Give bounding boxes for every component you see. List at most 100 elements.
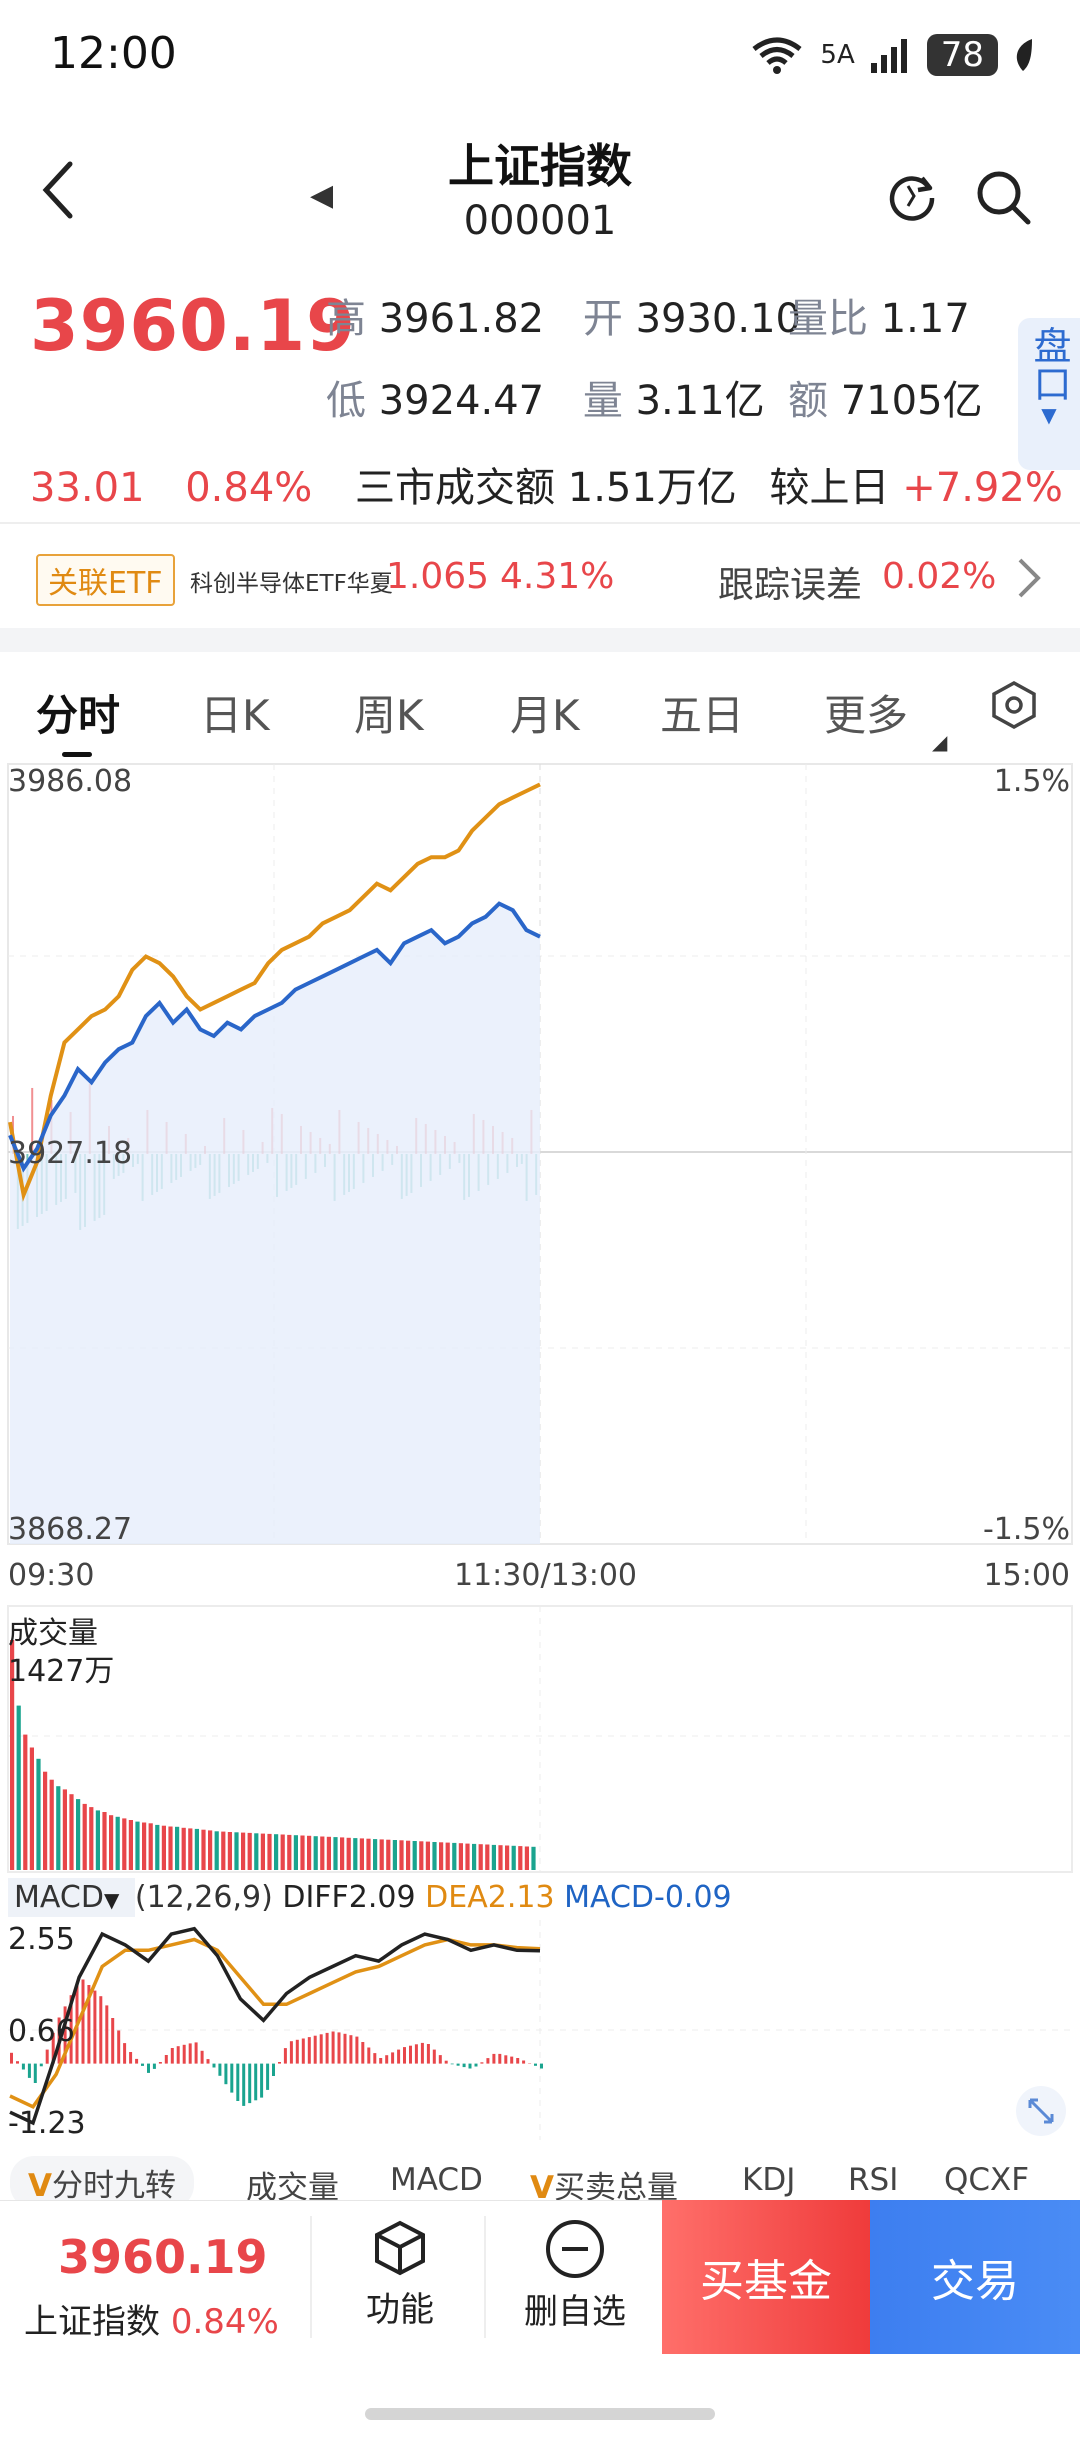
volume-bar (478, 1844, 483, 1870)
tab-five-day[interactable]: 五日 (660, 682, 744, 743)
volume-max: 1427万 (8, 1654, 115, 1689)
macd-hist-bar (325, 2032, 329, 2064)
volume-bar (425, 1841, 430, 1870)
volume-bar (412, 1841, 417, 1870)
more-caret-icon: ◢ (932, 730, 948, 754)
remove-watchlist-button[interactable]: 删自选 (500, 2218, 650, 2333)
macd-hist-bar (337, 2032, 341, 2064)
volume-bar (498, 1845, 503, 1870)
macd-hist-bar (99, 1996, 103, 2064)
volume-bar (531, 1846, 536, 1870)
quote-row-1: 高 3961.82 开 3930.10 (326, 286, 801, 344)
leaf-icon (1016, 39, 1032, 71)
volume-bar (194, 1828, 199, 1870)
macd-value: MACD-0.09 (564, 1880, 732, 1915)
macd-hist-bar (409, 2045, 412, 2064)
volume-bar (214, 1831, 219, 1870)
volume-bar (287, 1834, 292, 1870)
vol-ratio-value: 1.17 (880, 296, 970, 342)
macd-hist-bar (129, 2052, 133, 2064)
quote-row-2: 低 3924.47 量 3.11亿 (326, 368, 765, 426)
trade-button[interactable]: 交易 (870, 2200, 1080, 2354)
section-gap (0, 628, 1080, 652)
divider (484, 2216, 486, 2338)
macd-chart[interactable] (0, 1920, 1080, 2140)
macd-hist-bar (498, 2053, 502, 2064)
volume-bar (267, 1833, 272, 1870)
current-price: 3960.19 (30, 285, 356, 367)
volume-bar (62, 1789, 67, 1870)
tab-underline (62, 752, 92, 757)
volume-bar (379, 1839, 384, 1870)
pankou-button[interactable]: 盘口 ▼ (1018, 318, 1080, 470)
change-pct: 0.84% (185, 465, 313, 511)
x-axis-mid: 11:30/13:00 (454, 1558, 638, 1593)
macd-hist-bar (212, 2063, 216, 2068)
open-value: 3930.10 (635, 296, 801, 342)
tab-daily-k[interactable]: 日K (200, 682, 270, 743)
macd-hist-bar (367, 2047, 371, 2064)
volume-bar (465, 1843, 470, 1870)
volume-bar (227, 1832, 232, 1870)
tab-more[interactable]: 更多 (824, 682, 908, 743)
etf-badge[interactable]: 关联ETF (36, 554, 175, 606)
macd-hist-bar (355, 2036, 359, 2064)
macd-hist-bar (361, 2042, 365, 2064)
volume-bar (161, 1825, 166, 1870)
ind-tab-kdj[interactable]: KDJ (742, 2162, 795, 2198)
volume-bar (333, 1837, 338, 1870)
quote-row-3: 33.01 0.84% 三市成交额 1.51万亿 较上日 +7.92% (30, 455, 1063, 513)
ind-tab-qcxf[interactable]: QCXF (944, 2162, 1029, 2198)
volume-bar (241, 1832, 246, 1870)
ind-tab-rsi[interactable]: RSI (848, 2162, 898, 2198)
macd-hist-bar (504, 2055, 508, 2064)
volume-bar (43, 1771, 48, 1870)
x-axis-start: 09:30 (8, 1558, 95, 1593)
macd-hist-bar (248, 2063, 252, 2104)
volume-bar (366, 1838, 371, 1870)
tab-weekly-k[interactable]: 周K (354, 682, 424, 743)
macd-header: MACD▼ (12,26,9) DIFF2.09 DEA2.13 MACD-0.… (8, 1878, 732, 1917)
home-indicator[interactable] (365, 2408, 715, 2420)
status-time: 12:00 (50, 28, 177, 79)
tab-monthly-k[interactable]: 月K (510, 682, 580, 743)
volume-bar (511, 1845, 516, 1870)
macd-hist-bar (10, 2052, 13, 2064)
caret-down-icon: ▼ (103, 1888, 120, 1912)
etf-name[interactable]: 科创半导体ETF华夏 (190, 564, 393, 598)
function-button[interactable]: 功能 (340, 2218, 460, 2331)
macd-hist-bar (278, 2062, 281, 2064)
y-axis-mid: 3927.18 (8, 1136, 133, 1171)
macd-hist-bar (391, 2052, 395, 2064)
macd-hist-bar (343, 2033, 347, 2064)
refresh-icon[interactable] (884, 168, 940, 224)
search-icon[interactable] (974, 168, 1034, 228)
ind-tab-macd[interactable]: MACD (390, 2162, 483, 2198)
volume-bar (148, 1823, 153, 1870)
volume-bar (102, 1812, 107, 1870)
chevron-right-icon[interactable] (1016, 556, 1042, 600)
volume-bar (326, 1836, 331, 1870)
intraday-chart[interactable] (0, 760, 1080, 1560)
macd-hist-bar (397, 2049, 401, 2064)
battery-level: 78 (926, 34, 998, 76)
volume-bar (293, 1835, 298, 1870)
buy-fund-button[interactable]: 买基金 (662, 2200, 870, 2354)
expand-button[interactable] (1016, 2086, 1066, 2136)
macd-hist-bar (33, 2063, 37, 2083)
volume-bar (399, 1840, 404, 1870)
volume-bar (115, 1816, 120, 1870)
settings-icon[interactable] (990, 680, 1038, 730)
volume-bar (16, 1705, 21, 1870)
macd-hist-bar (170, 2048, 174, 2064)
volume-bar (234, 1832, 239, 1870)
tab-intraday[interactable]: 分时 (36, 682, 120, 743)
macd-selector[interactable]: MACD▼ (8, 1878, 135, 1917)
volume-bar (524, 1846, 529, 1870)
vol-ratio-label: 量比 (788, 296, 868, 342)
volume-bar (320, 1836, 325, 1870)
macd-hist-bar (516, 2058, 520, 2064)
pct-axis-bottom: -1.5% (982, 1512, 1070, 1547)
volume-chart[interactable] (0, 1604, 1080, 1874)
macd-hist-bar (522, 2060, 526, 2064)
